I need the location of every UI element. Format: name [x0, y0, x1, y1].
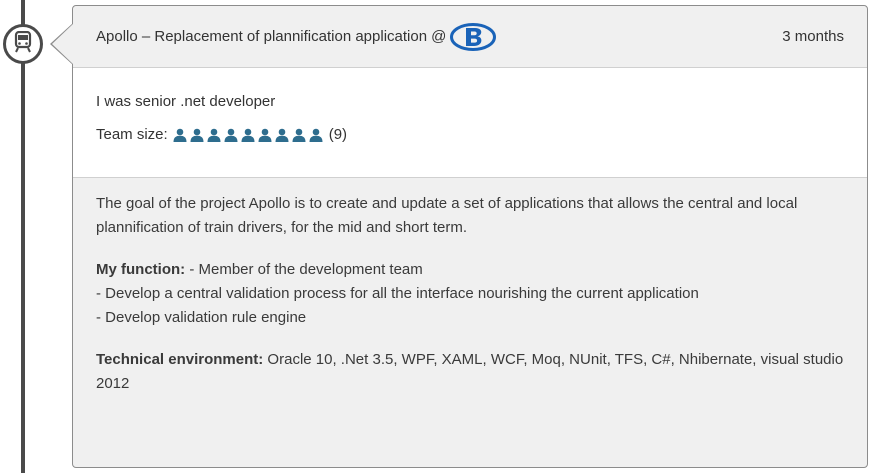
- person-icon: [258, 128, 273, 142]
- tech-line: Technical environment: Oracle 10, .Net 3…: [96, 348, 844, 396]
- card-meta: I was senior .net developer Team size: (…: [73, 68, 867, 178]
- person-icon: [224, 128, 239, 142]
- person-icon: [241, 128, 256, 142]
- person-icon: [275, 128, 290, 142]
- at-symbol: @: [431, 28, 447, 45]
- sncb-b-logo: [450, 22, 497, 51]
- person-icon: [173, 128, 188, 142]
- function-label: My function:: [96, 261, 186, 278]
- function-item: - Develop validation rule engine: [96, 309, 307, 326]
- project-title-wrap: Apollo – Replacement of plannification a…: [96, 22, 497, 51]
- function-line: My function: - Member of the development…: [96, 258, 844, 282]
- timeline-badge: [3, 24, 43, 64]
- team-size-row: Team size: (9): [96, 125, 844, 145]
- train-icon: [13, 30, 33, 58]
- function-intro: - Member of the development team: [185, 261, 423, 278]
- timeline-line: [21, 0, 25, 473]
- team-icons: [173, 128, 326, 142]
- person-icon: [292, 128, 307, 142]
- function-item: - Develop a central validation process f…: [96, 285, 699, 302]
- person-icon: [190, 128, 205, 142]
- project-duration: 3 months: [782, 28, 844, 45]
- person-icon: [207, 128, 222, 142]
- project-card: Apollo – Replacement of plannification a…: [72, 5, 868, 468]
- person-icon: [309, 128, 324, 142]
- card-body: The goal of the project Apollo is to cre…: [73, 178, 867, 396]
- team-size-label: Team size:: [96, 126, 168, 143]
- card-header: Apollo – Replacement of plannification a…: [73, 6, 867, 68]
- card-pointer: [52, 24, 73, 64]
- role-text: I was senior .net developer: [96, 93, 276, 110]
- project-goal: The goal of the project Apollo is to cre…: [96, 195, 798, 236]
- tech-label: Technical environment:: [96, 351, 264, 368]
- project-title: Apollo – Replacement of plannification a…: [96, 28, 428, 45]
- team-count: (9): [328, 126, 348, 143]
